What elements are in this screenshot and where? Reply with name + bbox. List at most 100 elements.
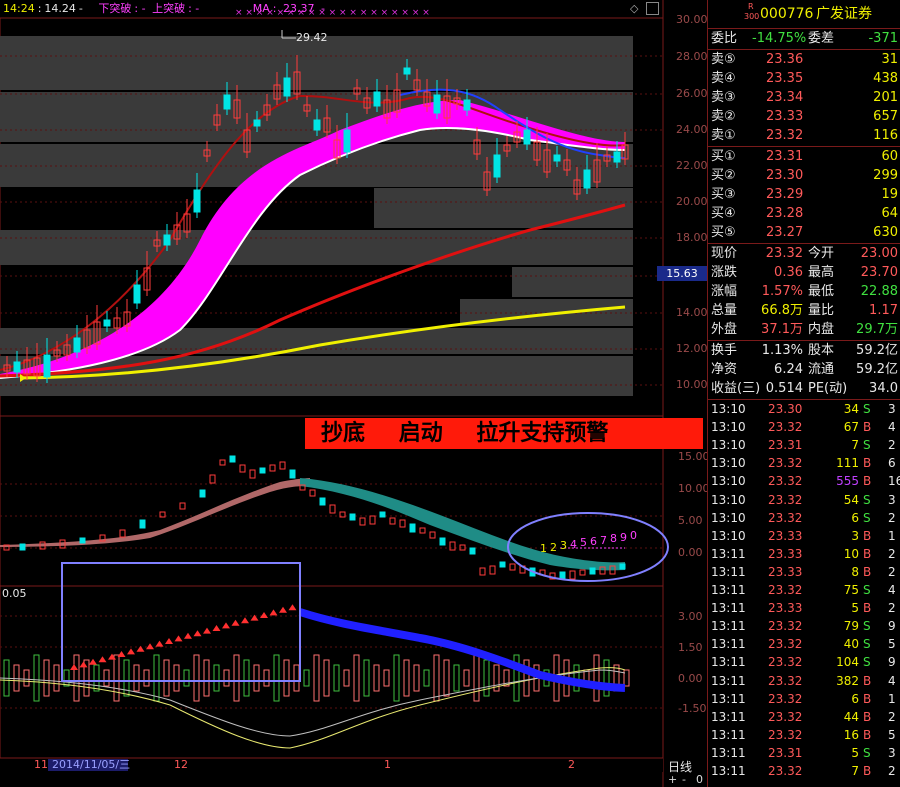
oscillator-bar xyxy=(323,659,330,697)
oscillator-bar xyxy=(113,654,120,702)
tick-row: 13:11 23.32 44 B 2 xyxy=(708,708,900,726)
oscillator-bar xyxy=(433,654,440,702)
candle-body xyxy=(103,319,111,327)
candle-body xyxy=(43,354,51,378)
signal-banner: 抄底 启动 拉升支持预警 xyxy=(305,418,703,449)
price-tick: 14.00 xyxy=(676,306,708,319)
mid-candle xyxy=(499,561,506,568)
tick-row: 13:11 23.32 79 S 9 xyxy=(708,617,900,635)
kline-chart-area[interactable]: 14:24:14.24- 下突破: - 上突破: - MA: 23.37 - ×… xyxy=(0,0,710,787)
zoom-in-button[interactable]: + xyxy=(668,773,677,787)
bid-volume: 64 xyxy=(881,206,898,221)
tick-volume: 111 xyxy=(836,456,859,471)
fundamental-value: 59.2亿 xyxy=(856,343,898,358)
month-label-12: 12 xyxy=(174,758,188,771)
quote-label: 量比 xyxy=(808,303,835,318)
bid-label: 买⑤ xyxy=(711,225,736,240)
chip-block xyxy=(0,36,633,90)
tick-count: 3 xyxy=(888,402,896,416)
tick-row: 13:10 23.32 111 B 6 xyxy=(708,454,900,472)
bid-label: 买② xyxy=(711,168,736,183)
up-arrow-marker xyxy=(155,640,164,647)
tick-time: 13:10 xyxy=(711,402,746,416)
quote-label: 外盘 xyxy=(711,322,738,337)
price-tick: 24.00 xyxy=(676,123,708,136)
mid-candle xyxy=(199,489,206,498)
oscillator-bar xyxy=(63,669,70,687)
count-label: 9 xyxy=(620,530,627,544)
tick-time: 13:11 xyxy=(711,546,746,561)
mid-candles xyxy=(3,455,626,580)
tick-side: B xyxy=(863,564,872,579)
stock-header: R 300 000776 广发证券 xyxy=(708,2,900,26)
mid-candle xyxy=(179,502,186,510)
tick-time: 13:11 xyxy=(711,601,746,616)
settings-diamond-icon[interactable]: ◇ xyxy=(630,2,638,15)
tick-price: 23.32 xyxy=(768,619,803,634)
oscillator-bar xyxy=(573,664,580,692)
signal-markers-row: × × × × × × × × × × × × × × × × × × × xyxy=(235,8,430,18)
quote-label: 总量 xyxy=(711,303,738,318)
quote-label: 今开 xyxy=(808,246,835,261)
oscillator-bar xyxy=(413,664,420,692)
tick-price: 23.31 xyxy=(768,745,803,760)
count-label: 5 xyxy=(580,536,587,550)
tick-count: 2 xyxy=(888,764,896,778)
up-arrow-marker xyxy=(165,638,173,644)
tick-side: B xyxy=(863,456,872,471)
price-tick: 20.00 xyxy=(676,195,708,208)
mid-candle xyxy=(319,497,326,506)
tick-row: 13:11 23.33 5 B 2 xyxy=(708,599,900,617)
tick-volume: 8 xyxy=(851,564,859,579)
tick-row: 13:11 23.32 7 B 2 xyxy=(708,762,900,780)
tick-row: 13:10 23.31 7 S 2 xyxy=(708,436,900,454)
stock-name: 广发证券 xyxy=(816,6,872,22)
mid-candle xyxy=(409,523,416,533)
tick-price: 23.32 xyxy=(768,727,803,742)
mid-candle xyxy=(489,565,496,575)
badge-bottom: 300 xyxy=(744,12,760,21)
maximize-icon[interactable] xyxy=(646,2,659,15)
quote-value: 23.00 xyxy=(860,246,898,261)
up-arrow-marker xyxy=(89,658,97,665)
zoom-out-button[interactable]: - xyxy=(682,773,686,787)
tick-count: 1 xyxy=(888,528,896,543)
mid-candle xyxy=(559,571,566,580)
tick-time: 13:11 xyxy=(711,764,746,778)
selected-date[interactable]: 2014/11/05/三 xyxy=(52,758,130,772)
oscillator-bar xyxy=(43,659,50,697)
ask-row: 卖② 23.33 657 xyxy=(708,107,900,127)
oscillator-bar xyxy=(483,659,490,697)
ask-row: 卖⑤ 23.36 31 xyxy=(708,50,900,70)
tick-row: 13:11 23.33 10 B 2 xyxy=(708,545,900,563)
count-label: 1 xyxy=(540,542,547,555)
tick-price: 23.32 xyxy=(768,673,803,688)
tick-row: 13:10 23.32 6 S 2 xyxy=(708,509,900,527)
oscillator-bar xyxy=(363,659,370,697)
low-tick: -1.50 xyxy=(678,702,707,715)
tick-side: B xyxy=(863,528,872,543)
mid-band-falling xyxy=(300,478,625,571)
mid-candle xyxy=(389,517,396,525)
quote-value: 29.7万 xyxy=(856,322,898,337)
oscillator-bar xyxy=(13,664,20,692)
tick-row: 13:11 23.32 382 B 4 xyxy=(708,672,900,690)
low-tick: 3.00 xyxy=(678,610,703,623)
tick-volume: 34 xyxy=(843,402,859,416)
tick-side: B xyxy=(863,420,872,435)
oscillator-bar xyxy=(593,654,600,702)
up-arrow-marker xyxy=(98,656,107,663)
mid-candle xyxy=(419,527,426,534)
bid-volume: 19 xyxy=(881,187,898,202)
tick-time: 13:10 xyxy=(711,528,746,543)
tick-side: B xyxy=(863,546,872,561)
candle-body xyxy=(493,154,501,178)
up-arrow-marker xyxy=(212,625,221,631)
bid-row: 买⑤ 23.27 630 xyxy=(708,223,900,243)
quote-label: 最高 xyxy=(808,265,835,280)
chip-distribution-blocks xyxy=(0,36,633,396)
price-tick: 30.00 xyxy=(676,13,708,26)
tick-volume: 5 xyxy=(851,601,859,616)
mid-candle xyxy=(139,519,146,529)
tick-count: 9 xyxy=(888,619,896,634)
